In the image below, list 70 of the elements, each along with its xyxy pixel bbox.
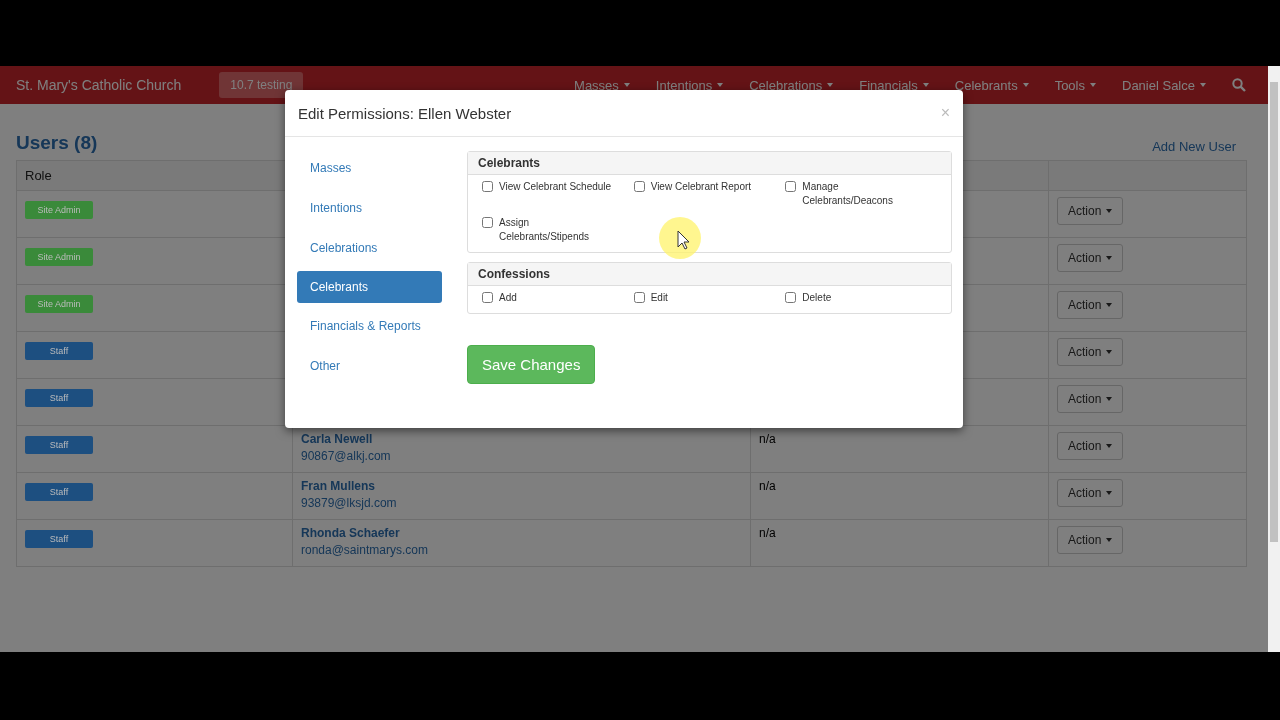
checkbox-label: Edit: [650, 291, 668, 305]
permission-tab[interactable]: Financials & Reports: [297, 309, 442, 343]
role-badge: Site Admin: [25, 201, 93, 219]
table-cell: n/a: [759, 526, 776, 540]
caret-icon: [1106, 303, 1113, 307]
checkbox[interactable]: [482, 217, 493, 228]
checkbox[interactable]: [785, 181, 797, 192]
caret-icon: [1022, 83, 1029, 87]
user-name[interactable]: Fran Mullens: [301, 479, 742, 493]
checkbox[interactable]: [482, 292, 493, 303]
permission-tab[interactable]: Other: [297, 349, 442, 383]
action-button[interactable]: Action: [1057, 338, 1124, 366]
role-badge: Staff: [25, 483, 93, 501]
caret-icon: [1106, 491, 1113, 495]
user-name[interactable]: Rhonda Schaefer: [301, 526, 742, 540]
caret-icon: [1200, 83, 1206, 87]
panel-title: Confessions: [468, 263, 951, 286]
caret-icon: [1106, 256, 1113, 260]
scrollbar[interactable]: [1268, 66, 1280, 652]
checkbox-label: Manage Celebrants/Deacons: [802, 180, 894, 208]
add-user-link[interactable]: Add New User: [1152, 139, 1236, 154]
nav-menu-item[interactable]: Tools: [1054, 77, 1096, 93]
checkbox-label: Assign Celebrants/Stipends: [499, 216, 591, 244]
action-button[interactable]: Action: [1057, 479, 1124, 507]
user-email: 93879@lksjd.com: [301, 496, 398, 510]
role-badge: Staff: [25, 436, 93, 454]
checkbox-label: Add: [499, 291, 517, 305]
page-title: Users (8): [16, 132, 98, 154]
checkbox[interactable]: [785, 292, 797, 303]
checkbox[interactable]: [633, 181, 645, 192]
table-cell: n/a: [759, 432, 776, 446]
checkbox[interactable]: [633, 292, 645, 303]
action-button[interactable]: Action: [1057, 244, 1124, 272]
role-badge: Staff: [25, 389, 93, 407]
user-email: ronda@saintmarys.com: [301, 543, 429, 557]
role-badge: Staff: [25, 530, 93, 548]
caret-icon: [1090, 83, 1096, 87]
role-badge: Site Admin: [25, 248, 93, 266]
nav-menu-item[interactable]: Celebrants: [954, 77, 1029, 93]
brand-title[interactable]: St. Mary's Catholic Church: [16, 77, 182, 93]
caret-icon: [1106, 397, 1113, 401]
checkbox-label: Delete: [802, 291, 832, 305]
user-email: 90867@alkj.com: [301, 449, 392, 463]
caret-icon: [1106, 444, 1113, 448]
save-button[interactable]: Save Changes: [467, 345, 596, 384]
permission-tab[interactable]: Celebrants: [297, 271, 442, 303]
cursor-highlight-icon: [658, 216, 702, 260]
panel-title: Celebrants: [468, 152, 951, 175]
nav-menu-item[interactable]: Daniel Salce: [1122, 77, 1206, 93]
role-badge: Site Admin: [25, 295, 93, 313]
permission-tab[interactable]: Intentions: [297, 191, 442, 225]
action-button[interactable]: Action: [1057, 291, 1124, 319]
caret-icon: [1106, 538, 1113, 542]
checkbox[interactable]: [482, 181, 493, 192]
permission-tab[interactable]: Celebrations: [297, 231, 442, 265]
user-name[interactable]: Carla Newell: [301, 432, 742, 446]
role-badge: Staff: [25, 342, 93, 360]
permission-tab[interactable]: Masses: [297, 151, 442, 185]
action-button[interactable]: Action: [1057, 197, 1124, 225]
action-button[interactable]: Action: [1057, 385, 1124, 413]
checkbox-label: View Celebrant Schedule: [499, 180, 612, 194]
caret-icon: [1106, 209, 1113, 213]
table-cell: n/a: [759, 479, 776, 493]
version-badge: 10.7 testing: [219, 72, 304, 98]
search-icon[interactable]: [1232, 78, 1246, 92]
action-button[interactable]: Action: [1057, 432, 1124, 460]
action-button[interactable]: Action: [1057, 526, 1124, 554]
dialog-title: Edit Permissions: Ellen Webster: [298, 104, 512, 122]
checkbox-label: View Celebrant Report: [650, 180, 752, 194]
caret-icon: [1106, 350, 1113, 354]
